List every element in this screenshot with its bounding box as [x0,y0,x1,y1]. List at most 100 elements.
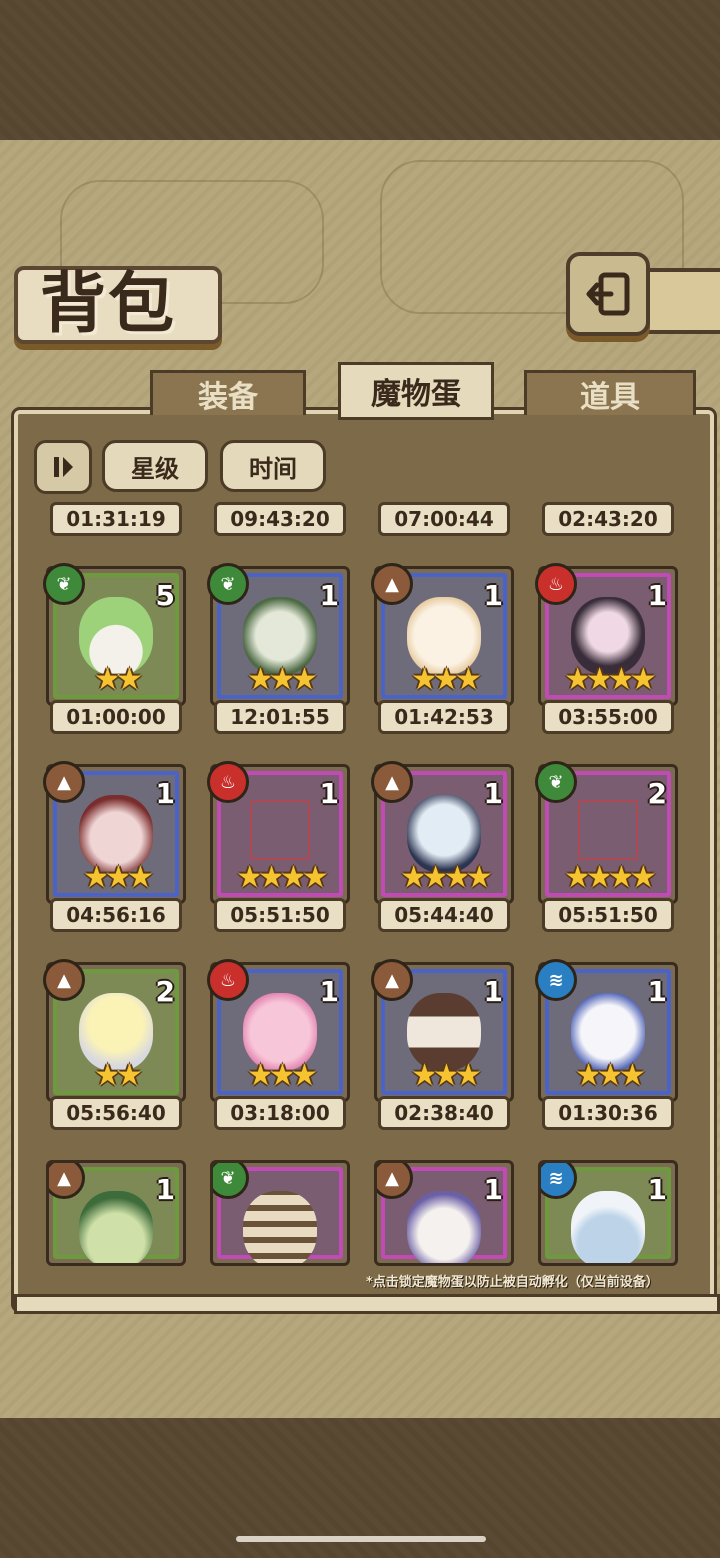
egg-timer: 04:56:16 [50,898,182,932]
earth-element-icon: ▲ [371,761,413,803]
star-icon: ★ [465,860,493,895]
star-rating: ★ ★ ★ [49,860,183,895]
top-map-border [0,0,720,140]
egg-card[interactable]: ♨ 1 ★ ★ ★ ★ [535,563,678,706]
fire-element-icon: ♨ [207,959,249,1001]
striped-egg-image [243,1191,317,1263]
egg-card[interactable]: ▲ 1 [374,1160,514,1266]
egg-timer: 05:56:40 [50,1096,182,1130]
egg-count: 1 [483,777,503,810]
star-rating: ★ ★ [49,662,183,697]
nature-element-icon: ❦ [43,563,85,605]
star-icon: ★ [280,860,307,895]
star-icon: ★ [247,662,274,697]
egg-card[interactable]: ▲ 1 ★ ★ ★ ★ [371,761,514,904]
sprout-egg-image [79,1191,153,1263]
back-button[interactable] [566,252,650,336]
egg-card[interactable]: ♨ 1 ★ ★ ★ ★ [207,761,350,904]
egg-count: 5 [155,579,175,612]
egg-card[interactable]: ▲ 1 [46,1160,186,1266]
bottle-egg-image [571,1191,645,1263]
earth-element-icon: ▲ [43,959,85,1001]
egg-timer: 01:30:36 [542,1096,674,1130]
egg-card[interactable]: ▲ 1 ★ ★ ★ [371,563,514,706]
back-button-bar [646,268,720,334]
egg-card[interactable]: ≋ 1 ★ ★ ★ [535,959,678,1102]
fire-element-icon: ♨ [535,563,577,605]
star-icon: ★ [116,662,143,697]
star-icon: ★ [618,1058,646,1093]
egg-card[interactable]: ♨ 1 ★ ★ ★ [207,959,350,1102]
page-title: 背包 [40,265,176,342]
missing-image-placeholder [579,801,637,859]
star-icon: ★ [444,860,471,895]
star-icon: ★ [290,662,318,697]
missing-image-placeholder [251,801,309,859]
earth-element-icon: ▲ [371,959,413,1001]
sort-toggle-button[interactable] [34,440,92,494]
star-rating: ★ ★ ★ [213,1058,347,1093]
star-icon: ★ [105,860,132,895]
egg-count: 1 [155,1173,175,1206]
egg-count: 1 [155,777,175,810]
star-icon: ★ [116,1058,143,1093]
star-rating: ★ ★ ★ ★ [377,860,511,895]
star-icon: ★ [454,662,482,697]
star-icon: ★ [411,662,438,697]
egg-card[interactable]: ▲ 1 ★ ★ ★ [371,959,514,1102]
star-icon: ★ [400,860,427,895]
star-icon: ★ [564,860,591,895]
earth-element-icon: ▲ [371,563,413,605]
egg-card[interactable]: ❦ 1 ★ ★ ★ [207,563,350,706]
star-icon: ★ [236,860,263,895]
egg-count: 2 [155,975,175,1008]
star-icon: ★ [247,1058,274,1093]
tab-bar: 装备 魔物蛋 道具 [14,362,706,420]
star-icon: ★ [301,860,329,895]
star-icon: ★ [597,1058,624,1093]
star-rating: ★ ★ ★ [377,1058,511,1093]
star-rating: ★ ★ ★ ★ [213,860,347,895]
star-icon: ★ [629,662,657,697]
egg-timer: 01:42:53 [378,700,510,734]
star-icon: ★ [290,1058,318,1093]
egg-count: 1 [647,1173,667,1206]
star-icon: ★ [454,1058,482,1093]
star-icon: ★ [433,662,460,697]
egg-timer: 03:55:00 [542,700,674,734]
egg-count: 1 [647,579,667,612]
star-icon: ★ [608,662,635,697]
egg-card[interactable]: ≋ 1 [538,1160,678,1266]
star-rating: ★ ★ ★ [377,662,511,697]
egg-card[interactable]: ❦ 5 ★ ★ [43,563,186,706]
earth-element-icon: ▲ [43,761,85,803]
egg-card[interactable]: ▲ 2 ★ ★ [43,959,186,1102]
egg-card[interactable]: ❦ 2 ★ ★ ★ ★ [535,761,678,904]
star-icon: ★ [94,662,121,697]
egg-timer: 07:00:44 [378,502,510,536]
egg-count: 2 [647,777,667,810]
star-icon: ★ [608,860,635,895]
water-element-icon: ≋ [535,959,577,1001]
egg-timer: 01:31:19 [50,502,182,536]
tab-equipment[interactable]: 装备 [150,370,306,415]
egg-count: 1 [319,579,339,612]
feather-egg-image [407,1191,481,1263]
egg-timer: 05:51:50 [214,898,346,932]
star-icon: ★ [258,860,285,895]
sort-by-time-button[interactable]: 时间 [220,440,326,492]
sort-icon [54,457,73,477]
star-icon: ★ [586,662,613,697]
egg-count: 1 [483,579,503,612]
egg-timer: 09:43:20 [214,502,346,536]
star-rating: ★ ★ ★ [541,1058,675,1093]
tab-items[interactable]: 道具 [524,370,696,415]
sort-by-star-button[interactable]: 星级 [102,440,208,492]
star-icon: ★ [269,662,296,697]
star-icon: ★ [575,1058,602,1093]
egg-card[interactable]: ▲ 1 ★ ★ ★ [43,761,186,904]
egg-card[interactable]: ❦ [210,1160,350,1266]
tab-monster-eggs[interactable]: 魔物蛋 [338,362,494,420]
panel-bottom-frame [14,1294,720,1314]
star-icon: ★ [422,860,449,895]
